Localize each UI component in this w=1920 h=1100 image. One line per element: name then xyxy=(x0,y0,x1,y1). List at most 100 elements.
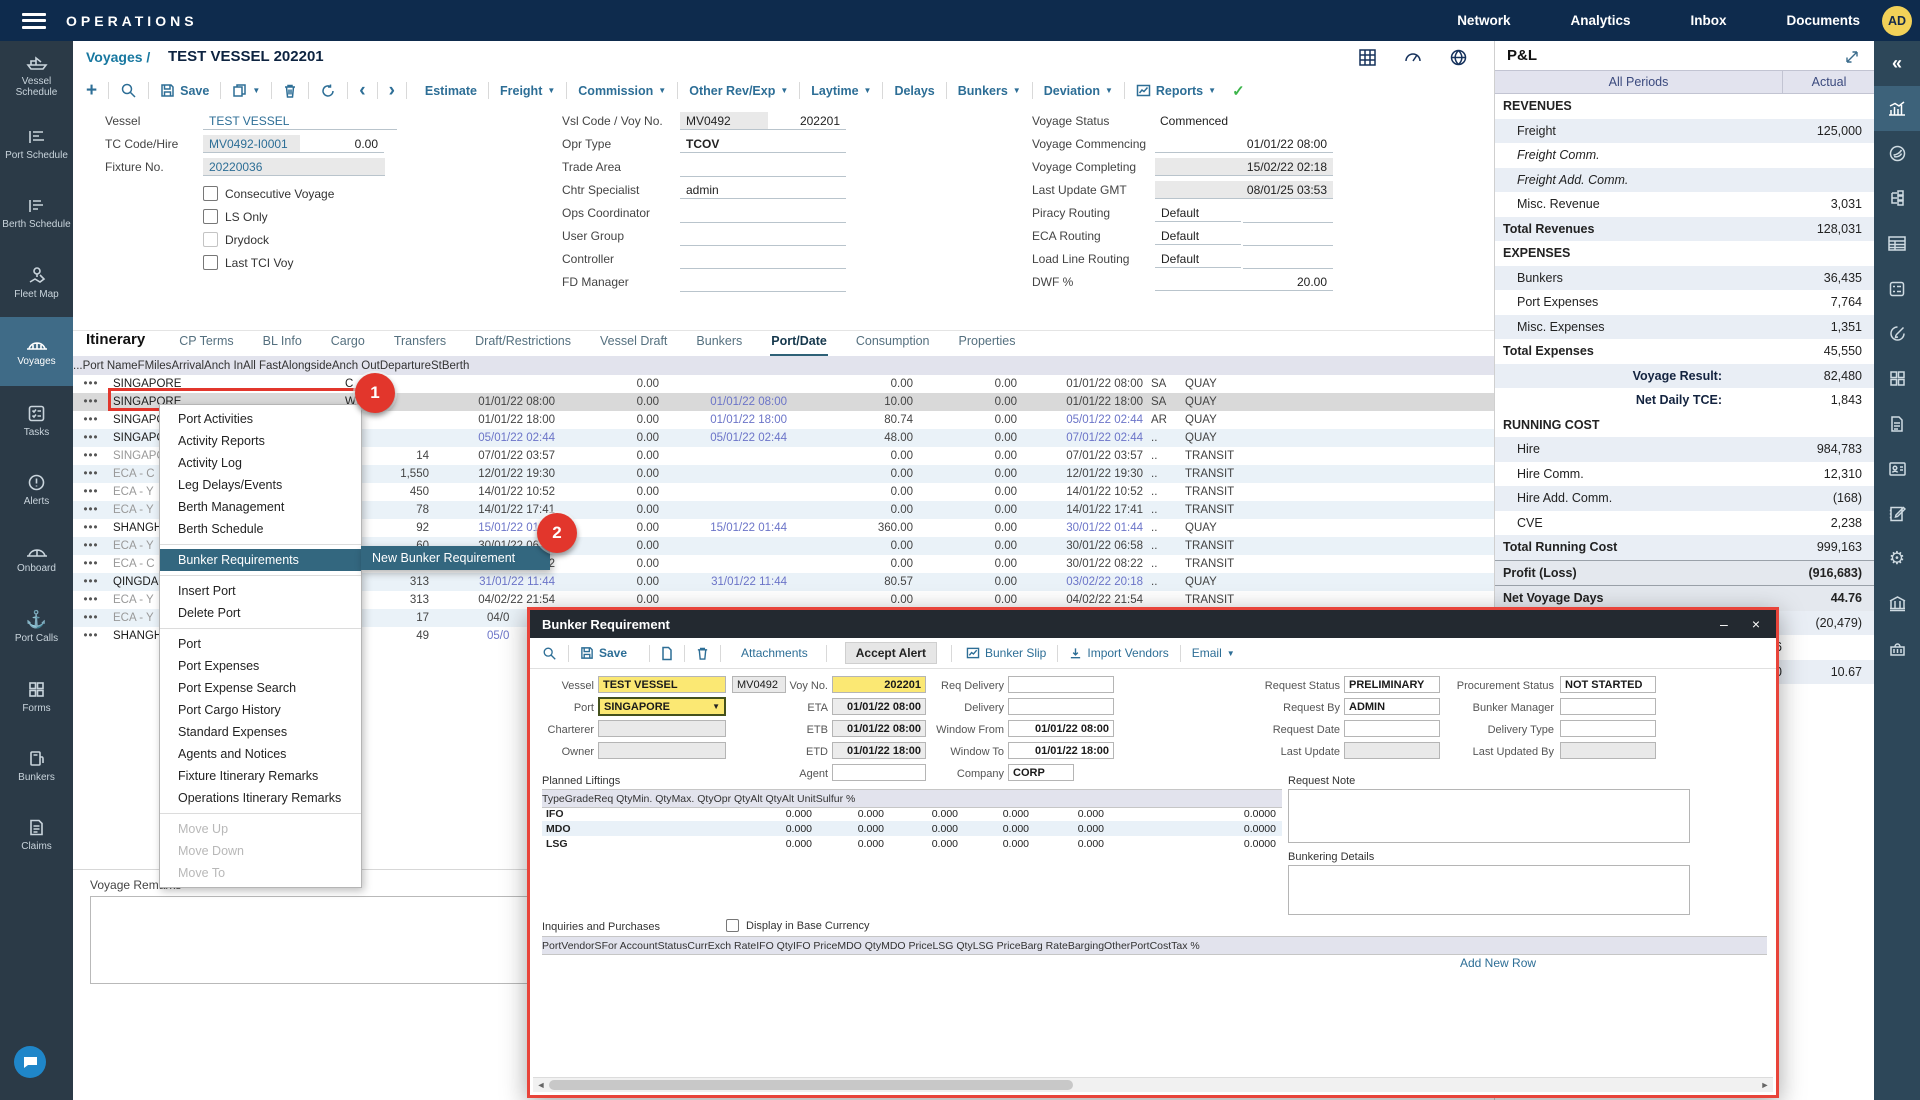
itinerary-column-header[interactable]: F xyxy=(138,360,145,372)
row-actions-icon[interactable]: ••• xyxy=(73,414,109,426)
row-actions-icon[interactable]: ••• xyxy=(73,594,109,606)
prev-voyage-button[interactable]: ‹ xyxy=(359,84,365,98)
context-menu-item[interactable] xyxy=(160,624,361,633)
compose-icon[interactable] xyxy=(1874,311,1920,356)
controller-field[interactable] xyxy=(680,250,846,269)
hamburger-menu-icon[interactable] xyxy=(22,13,46,29)
sidebar-item-claims[interactable]: Claims xyxy=(0,800,73,869)
sidebar-item-alerts[interactable]: Alerts xyxy=(0,455,73,524)
search-icon[interactable] xyxy=(542,646,557,661)
context-menu-item[interactable]: Move Down xyxy=(160,840,361,862)
search-icon[interactable] xyxy=(120,82,137,99)
ls-only-checkbox[interactable]: LS Only xyxy=(203,209,268,224)
context-menu-item[interactable]: Move To xyxy=(160,862,361,884)
settings-gear-icon[interactable]: ⚙ xyxy=(1874,536,1920,581)
minimize-icon[interactable]: – xyxy=(1720,617,1728,631)
itinerary-tab[interactable]: Properties xyxy=(958,331,1017,357)
piracy-routing-field[interactable]: Default xyxy=(1155,204,1241,222)
consecutive-voyage-checkbox[interactable]: Consecutive Voyage xyxy=(203,186,334,201)
modal-horizontal-scrollbar[interactable]: ◄ ► xyxy=(533,1077,1773,1092)
grid-view-icon[interactable] xyxy=(1358,48,1377,67)
modal-owner-field[interactable] xyxy=(598,742,726,759)
chtr-specialist-field[interactable]: admin xyxy=(680,181,846,199)
itinerary-tab[interactable]: Draft/Restrictions xyxy=(474,331,572,357)
row-actions-icon[interactable]: ••• xyxy=(73,630,109,642)
collapse-panel-icon[interactable]: « xyxy=(1874,41,1920,86)
itinerary-tab[interactable]: Cargo xyxy=(330,331,366,357)
row-actions-icon[interactable]: ••• xyxy=(73,378,109,390)
row-actions-icon[interactable]: ••• xyxy=(73,504,109,516)
modal-company-field[interactable]: CORP xyxy=(1008,764,1074,781)
bank-icon[interactable] xyxy=(1874,581,1920,626)
modal-voyno-field[interactable]: 202201 xyxy=(832,676,926,693)
modal-window-from-field[interactable]: 01/01/22 08:00 xyxy=(1008,720,1114,737)
hierarchy-icon[interactable] xyxy=(1874,176,1920,221)
context-menu-item[interactable]: Move Up xyxy=(160,818,361,840)
chat-button[interactable] xyxy=(14,1046,46,1078)
user-avatar[interactable]: AD xyxy=(1882,6,1912,36)
sidebar-item-bunkers[interactable]: Bunkers xyxy=(0,731,73,800)
context-menu-item[interactable]: Delete Port xyxy=(160,602,361,624)
sidebar-item-forms[interactable]: Forms xyxy=(0,662,73,731)
breadcrumb-voyages-link[interactable]: Voyages / xyxy=(86,49,150,65)
context-menu-item[interactable]: Insert Port xyxy=(160,580,361,602)
new-document-icon[interactable] xyxy=(661,646,673,661)
itinerary-column-header[interactable]: Berth xyxy=(442,360,470,372)
modal-request-date-field[interactable] xyxy=(1344,720,1440,737)
fixture-no-field[interactable]: 20220036 xyxy=(203,158,385,176)
load-line-routing-field[interactable]: Default xyxy=(1155,250,1241,268)
row-actions-icon[interactable]: ••• xyxy=(73,522,109,534)
container-icon[interactable] xyxy=(1874,626,1920,671)
itinerary-tab[interactable]: Bunkers xyxy=(695,331,743,357)
context-menu-item[interactable] xyxy=(160,809,361,818)
fd-manager-field[interactable] xyxy=(680,273,846,292)
top-nav-item[interactable]: Network xyxy=(1457,13,1510,28)
reports-menu-button[interactable]: Reports▼ xyxy=(1136,84,1216,98)
context-menu-item[interactable]: Activity Reports xyxy=(160,430,361,452)
refresh-icon[interactable] xyxy=(320,83,336,99)
email-menu-button[interactable]: Email▼ xyxy=(1192,646,1235,660)
scroll-left-icon[interactable]: ◄ xyxy=(533,1080,549,1090)
trade-area-field[interactable] xyxy=(680,158,846,177)
scroll-right-icon[interactable]: ► xyxy=(1757,1080,1773,1090)
tc-code-field[interactable]: MV0492-I0001 xyxy=(203,135,300,153)
sidebar-item-berth-schedule[interactable]: Berth Schedule xyxy=(0,179,73,248)
context-menu-item[interactable] xyxy=(160,540,361,549)
itinerary-column-header[interactable]: Alongside xyxy=(281,360,332,372)
notebook-edit-icon[interactable] xyxy=(1874,491,1920,536)
context-menu-item[interactable]: Activity Log xyxy=(160,452,361,474)
context-menu-item[interactable]: Port Expenses xyxy=(160,655,361,677)
duplicate-icon[interactable] xyxy=(1874,356,1920,401)
context-menu-item[interactable]: Berth Schedule xyxy=(160,518,361,540)
modal-port-dropdown[interactable]: SINGAPORE▼ xyxy=(598,697,726,716)
load-line-routing-extra-field[interactable] xyxy=(1243,250,1333,269)
ops-coordinator-field[interactable] xyxy=(680,204,846,223)
planned-liftings-row[interactable]: MDO 0.000 0.000 0.000 0.000 0.000 0.0000 xyxy=(542,821,1282,836)
scrollbar-thumb[interactable] xyxy=(549,1080,1073,1090)
contact-card-icon[interactable] xyxy=(1874,446,1920,491)
row-actions-icon[interactable]: ••• xyxy=(73,432,109,444)
itinerary-column-header[interactable]: Anch Out xyxy=(332,360,380,372)
freight-menu-button[interactable]: Freight▼ xyxy=(500,84,555,98)
tc-hire-amount-field[interactable]: 0.00 xyxy=(300,135,384,153)
row-actions-icon[interactable]: ••• xyxy=(73,486,109,498)
row-actions-icon[interactable]: ••• xyxy=(73,558,109,570)
eco-rating-icon[interactable] xyxy=(1874,131,1920,176)
context-menu-item[interactable]: Fixture Itinerary Remarks xyxy=(160,765,361,787)
eca-routing-field[interactable]: Default xyxy=(1155,227,1241,245)
close-icon[interactable]: × xyxy=(1752,617,1760,631)
task-list-icon[interactable] xyxy=(1874,266,1920,311)
itinerary-column-header[interactable]: Arrival xyxy=(171,360,204,372)
modal-procurement-status-field[interactable]: NOT STARTED xyxy=(1560,676,1656,693)
accept-alert-button[interactable]: Accept Alert xyxy=(845,642,937,664)
modal-title-bar[interactable]: Bunker Requirement – × xyxy=(530,610,1776,638)
sidebar-item-port-calls[interactable]: ⚓ Port Calls xyxy=(0,593,73,662)
globe-icon[interactable] xyxy=(1449,48,1468,67)
context-menu-item[interactable]: Standard Expenses xyxy=(160,721,361,743)
sidebar-item-port-schedule[interactable]: Port Schedule xyxy=(0,110,73,179)
delete-trash-icon[interactable] xyxy=(696,646,709,661)
row-actions-icon[interactable]: ••• xyxy=(73,450,109,462)
delete-trash-icon[interactable] xyxy=(283,83,297,99)
row-actions-icon[interactable]: ••• xyxy=(73,468,109,480)
estimate-button[interactable]: Estimate xyxy=(425,84,477,98)
